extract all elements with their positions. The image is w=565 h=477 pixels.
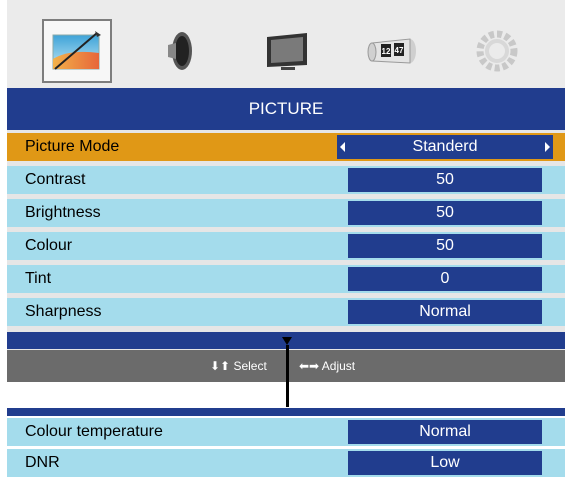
row-value: Low: [348, 451, 542, 475]
left-right-arrows-icon: ⬅➡: [299, 359, 320, 373]
tab-sound[interactable]: [147, 19, 217, 83]
help-select-label: Select: [233, 359, 267, 373]
help-adjust-label: Adjust: [321, 359, 356, 373]
row-colour-temperature[interactable]: Colour temperature Normal: [7, 418, 565, 446]
row-dnr[interactable]: DNR Low: [7, 449, 565, 477]
row-tint[interactable]: Tint 0: [7, 265, 565, 293]
tab-time[interactable]: 12 47: [357, 19, 427, 83]
row-sharpness[interactable]: Sharpness Normal: [7, 298, 565, 326]
row-value: 50: [348, 168, 542, 192]
row-label: Sharpness: [25, 303, 102, 320]
row-colour[interactable]: Colour 50: [7, 232, 565, 260]
up-down-arrows-icon: ⬇⬆: [210, 359, 231, 373]
row-contrast[interactable]: Contrast 50: [7, 166, 565, 194]
tab-screen[interactable]: [252, 19, 322, 83]
row-label: Colour: [25, 237, 73, 254]
row-brightness[interactable]: Brightness 50: [7, 199, 565, 227]
menu-title: PICTURE: [7, 88, 565, 130]
time-icon: 12 47: [367, 38, 416, 64]
time-icon-minutes: 47: [395, 46, 404, 55]
row-value: Normal: [348, 420, 542, 444]
category-icon-bar: 12 47: [7, 0, 565, 88]
picture-icon: [52, 31, 101, 70]
row-picture-mode[interactable]: Picture Mode Standerd: [7, 133, 565, 161]
continued-top-band: [7, 408, 565, 416]
setup-icon: [476, 30, 518, 72]
scroll-down-arrow-icon: [282, 337, 292, 345]
row-value: 0: [348, 267, 542, 291]
sound-icon: [168, 32, 192, 70]
help-adjust: ⬅➡ Adjust: [299, 350, 355, 382]
tab-setup[interactable]: [462, 19, 532, 83]
continued-menu: Colour temperature Normal DNR Low: [7, 408, 565, 477]
callout-line: [286, 345, 289, 407]
time-icon-hours: 12: [382, 47, 391, 56]
left-arrow-icon[interactable]: [340, 142, 345, 152]
row-value: Normal: [348, 300, 542, 324]
row-label: Tint: [25, 270, 52, 287]
help-select: ⬇⬆ Select: [210, 350, 267, 382]
row-value: Standerd: [337, 135, 553, 159]
row-label: Picture Mode: [25, 138, 120, 155]
row-label: DNR: [25, 454, 60, 471]
screen-icon: [267, 33, 307, 70]
row-value: 50: [348, 234, 542, 258]
osd-menu: 12 47 PICTURE Picture Mode Standerd Cont…: [7, 0, 565, 382]
row-label: Brightness: [25, 204, 101, 221]
right-arrow-icon[interactable]: [545, 142, 550, 152]
row-label: Contrast: [25, 171, 86, 188]
row-value: 50: [348, 201, 542, 225]
row-label: Colour temperature: [25, 423, 163, 440]
tab-picture[interactable]: [42, 19, 112, 83]
